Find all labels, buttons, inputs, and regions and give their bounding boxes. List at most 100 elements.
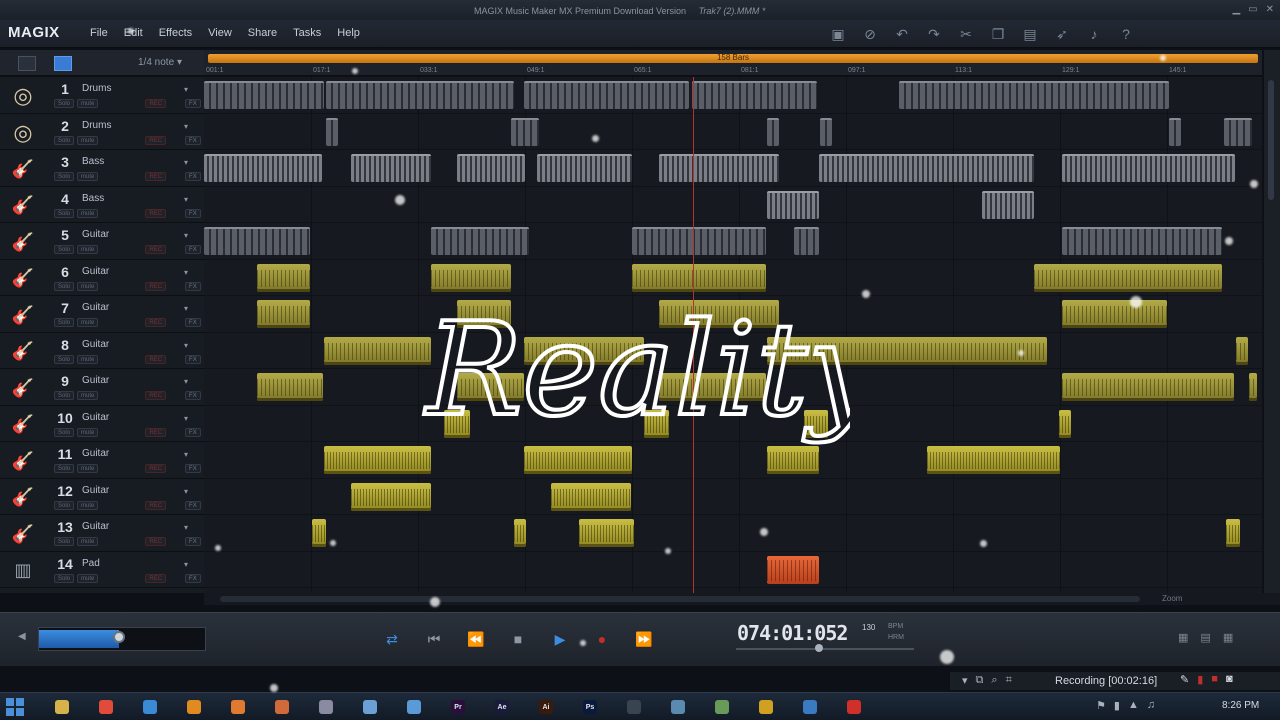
record-arm-button[interactable]: REC xyxy=(145,318,167,327)
track-header[interactable]: 🎸 6 Guitar ▾ Solo mute REC FX xyxy=(0,260,204,296)
mute-button[interactable]: mute xyxy=(77,427,99,437)
solo-button[interactable]: Solo xyxy=(54,281,75,291)
track-lane[interactable] xyxy=(204,515,1262,552)
mute-button[interactable]: mute xyxy=(77,537,99,546)
rewind-icon[interactable]: ⏪ xyxy=(464,627,488,651)
audio-clip[interactable] xyxy=(1169,117,1181,146)
fx-button[interactable]: FX xyxy=(185,391,201,400)
record-arm-button[interactable]: REC xyxy=(145,427,167,437)
audio-clip[interactable] xyxy=(644,409,669,438)
audio-clip[interactable] xyxy=(257,373,323,401)
play-icon[interactable]: ▶ xyxy=(548,627,572,651)
minimize-icon[interactable]: ▁ xyxy=(1232,4,1240,15)
paste-icon[interactable]: ▤ xyxy=(1018,24,1042,44)
audio-clip[interactable] xyxy=(632,227,766,255)
track-lane[interactable] xyxy=(204,479,1262,515)
audio-clip[interactable] xyxy=(1062,154,1235,182)
chevron-down-icon[interactable]: ▾ xyxy=(184,523,188,532)
audio-clip[interactable] xyxy=(820,117,832,146)
track-lane[interactable] xyxy=(204,296,1262,333)
audio-clip[interactable] xyxy=(794,227,819,255)
fast-forward-icon[interactable]: ⏩ xyxy=(632,627,656,651)
record-arm-button[interactable]: REC xyxy=(145,99,167,108)
camera-icon[interactable]: ◙ xyxy=(1226,673,1233,686)
track-name[interactable]: Drums xyxy=(82,83,111,94)
taskbar-app[interactable] xyxy=(392,696,436,718)
audio-clip[interactable] xyxy=(899,81,1169,109)
chevron-down-icon[interactable]: ▾ xyxy=(184,341,188,350)
chevron-down-icon[interactable]: ▾ xyxy=(184,231,188,240)
position-knob[interactable] xyxy=(815,644,823,652)
chevron-down-icon[interactable]: ▾ xyxy=(962,674,968,687)
volume-knob[interactable] xyxy=(112,631,125,643)
record-arm-button[interactable]: REC xyxy=(145,500,167,510)
track-lane[interactable] xyxy=(204,260,1262,296)
taskbar-app[interactable] xyxy=(348,696,392,718)
maximize-icon[interactable]: ▭ xyxy=(1248,4,1257,15)
copy-icon[interactable]: ❐ xyxy=(986,24,1010,44)
record-arm-button[interactable]: REC xyxy=(145,391,167,400)
audio-clip[interactable] xyxy=(659,154,779,182)
track-name[interactable]: Bass xyxy=(82,193,104,204)
audio-clip[interactable] xyxy=(431,227,529,255)
taskbar-app[interactable] xyxy=(260,696,304,718)
audio-clip[interactable] xyxy=(524,336,644,365)
audio-clip[interactable] xyxy=(1236,336,1248,365)
master-volume-slider[interactable] xyxy=(38,627,206,651)
note-icon[interactable]: ♪ xyxy=(1082,24,1106,44)
taskbar-app[interactable]: Ae xyxy=(480,696,524,718)
fx-button[interactable]: FX xyxy=(185,354,201,364)
fx-button[interactable]: FX xyxy=(185,537,201,546)
track-header[interactable]: 🎸 13 Guitar ▾ Solo mute REC FX xyxy=(0,515,204,552)
solo-button[interactable]: Solo xyxy=(54,172,75,181)
taskbar-app[interactable] xyxy=(656,696,700,718)
battery-icon[interactable]: ▮ xyxy=(1114,699,1120,712)
track-lane[interactable] xyxy=(204,442,1262,479)
menu-view[interactable]: View xyxy=(200,27,240,39)
loop-range-bar[interactable]: 158 Bars xyxy=(208,53,1258,63)
chevron-down-icon[interactable]: ▾ xyxy=(184,304,188,313)
audio-clip[interactable] xyxy=(537,154,632,182)
audio-clip[interactable] xyxy=(982,190,1034,219)
network-icon[interactable]: ▲ xyxy=(1128,699,1139,712)
track-lane[interactable] xyxy=(204,223,1262,260)
track-name[interactable]: Guitar xyxy=(82,521,109,532)
undo-icon[interactable]: ↶ xyxy=(890,24,914,44)
audio-clip[interactable] xyxy=(579,519,634,547)
fx-button[interactable]: FX xyxy=(185,245,201,254)
audio-clip[interactable] xyxy=(659,373,766,401)
speaker-icon[interactable]: ◀ xyxy=(18,631,26,642)
volume-icon[interactable]: ♫ xyxy=(1147,699,1155,712)
mute-button[interactable]: mute xyxy=(77,573,99,583)
bpm-value[interactable]: 130 xyxy=(862,623,875,632)
chevron-down-icon[interactable]: ▾ xyxy=(184,487,188,496)
system-clock[interactable]: 8:26 PM xyxy=(1222,700,1259,711)
cursor-icon[interactable]: ➶ xyxy=(1050,24,1074,44)
track-lane[interactable] xyxy=(204,333,1262,369)
track-name[interactable]: Drums xyxy=(82,120,111,131)
audio-clip[interactable] xyxy=(524,81,689,109)
audio-clip[interactable] xyxy=(514,519,526,547)
fx-button[interactable]: FX xyxy=(185,427,201,437)
chevron-down-icon[interactable]: ▾ xyxy=(184,122,188,131)
search-icon[interactable]: ⌕ xyxy=(991,674,997,687)
record-arm-button[interactable]: REC xyxy=(145,354,167,364)
audio-clip[interactable] xyxy=(1062,300,1167,328)
menu-help[interactable]: Help xyxy=(329,27,368,39)
vertical-scroll-thumb[interactable] xyxy=(1268,80,1274,200)
track-lane[interactable] xyxy=(204,369,1262,406)
taskbar-app[interactable]: Pr xyxy=(436,696,480,718)
to-start-icon[interactable]: ⏮ xyxy=(422,627,446,651)
chevron-down-icon[interactable]: ▾ xyxy=(184,195,188,204)
flag-icon[interactable]: ⚑ xyxy=(1096,699,1106,712)
track-header[interactable]: 🎸 4 Bass ▾ Solo mute REC FX xyxy=(0,187,204,223)
position-slider[interactable] xyxy=(736,648,914,650)
track-header[interactable]: 🎸 3 Bass ▾ Solo mute REC FX xyxy=(0,150,204,187)
record-arm-button[interactable]: REC xyxy=(145,281,167,291)
solo-button[interactable]: Solo xyxy=(54,573,75,583)
solo-button[interactable]: Solo xyxy=(54,464,75,473)
taskbar-app[interactable] xyxy=(612,696,656,718)
mute-button[interactable]: mute xyxy=(77,281,99,291)
zoom-label[interactable]: Zoom xyxy=(1162,594,1182,603)
track-name[interactable]: Guitar xyxy=(82,412,109,423)
